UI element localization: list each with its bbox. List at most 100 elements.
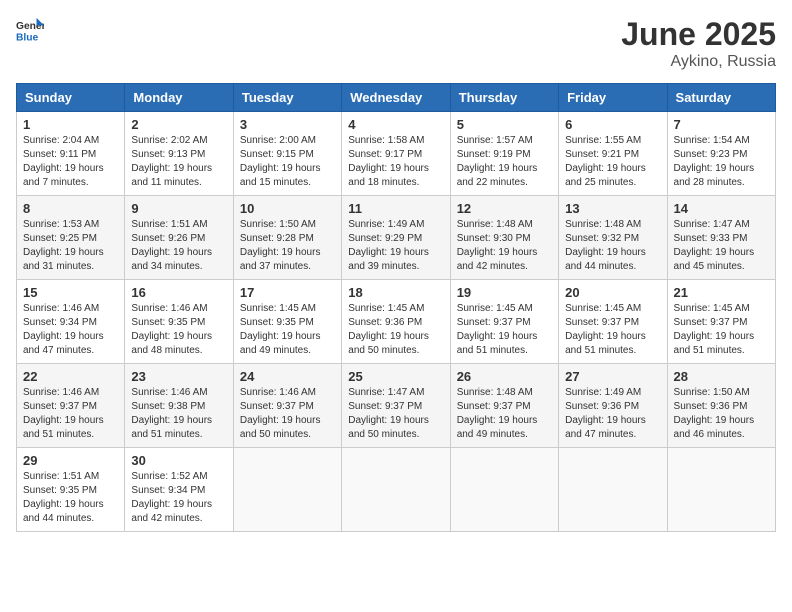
calendar-cell: 25 Sunrise: 1:47 AMSunset: 9:37 PMDayligh… xyxy=(342,364,450,448)
calendar-cell: 29Sunrise: 1:51 AMSunset: 9:35 PMDayligh… xyxy=(17,448,125,532)
calendar-cell: 16 Sunrise: 1:46 AMSunset: 9:35 PMDayligh… xyxy=(125,280,233,364)
day-detail: Sunrise: 1:45 AMSunset: 9:37 PMDaylight:… xyxy=(565,302,660,358)
day-number: 2 xyxy=(131,117,226,132)
calendar-cell: 1 Sunrise: 2:04 AMSunset: 9:11 PMDaylight… xyxy=(17,112,125,196)
calendar-cell xyxy=(233,448,341,532)
title-block: June 2025 Aykino, Russia xyxy=(621,16,776,71)
day-number: 5 xyxy=(457,117,552,132)
day-detail: Sunrise: 1:47 AMSunset: 9:33 PMDaylight:… xyxy=(674,218,769,274)
calendar-cell: 12Sunrise: 1:48 AMSunset: 9:30 PMDayligh… xyxy=(450,196,558,280)
day-detail: Sunrise: 1:57 AMSunset: 9:19 PMDaylight:… xyxy=(457,134,552,190)
calendar-cell: 17Sunrise: 1:45 AMSunset: 9:35 PMDayligh… xyxy=(233,280,341,364)
day-detail: Sunrise: 1:45 AMSunset: 9:37 PMDaylight:… xyxy=(674,302,769,358)
logo: General Blue xyxy=(16,16,44,44)
day-number: 17 xyxy=(240,285,335,300)
day-number: 3 xyxy=(240,117,335,132)
calendar-cell: 20 Sunrise: 1:45 AMSunset: 9:37 PMDayligh… xyxy=(559,280,667,364)
calendar-cell: 23 Sunrise: 1:46 AMSunset: 9:38 PMDayligh… xyxy=(125,364,233,448)
day-detail: Sunrise: 1:45 AMSunset: 9:36 PMDaylight:… xyxy=(348,302,443,358)
calendar-cell: 10 Sunrise: 1:50 AMSunset: 9:28 PMDayligh… xyxy=(233,196,341,280)
calendar-cell: 19 Sunrise: 1:45 AMSunset: 9:37 PMDayligh… xyxy=(450,280,558,364)
calendar-cell: 21 Sunrise: 1:45 AMSunset: 9:37 PMDayligh… xyxy=(667,280,775,364)
day-number: 6 xyxy=(565,117,660,132)
day-detail: Sunrise: 2:02 AMSunset: 9:13 PMDaylight:… xyxy=(131,134,226,190)
calendar-cell: 5 Sunrise: 1:57 AMSunset: 9:19 PMDaylight… xyxy=(450,112,558,196)
day-number: 21 xyxy=(674,285,769,300)
weekday-header-row: SundayMondayTuesdayWednesdayThursdayFrid… xyxy=(17,84,776,112)
day-detail: Sunrise: 1:47 AMSunset: 9:37 PMDaylight:… xyxy=(348,386,443,442)
day-detail: Sunrise: 1:46 AMSunset: 9:37 PMDaylight:… xyxy=(23,386,118,442)
day-number: 11 xyxy=(348,201,443,216)
calendar-week-row: 8 Sunrise: 1:53 AMSunset: 9:25 PMDaylight… xyxy=(17,196,776,280)
calendar-week-row: 15 Sunrise: 1:46 AMSunset: 9:34 PMDayligh… xyxy=(17,280,776,364)
day-detail: Sunrise: 2:00 AMSunset: 9:15 PMDaylight:… xyxy=(240,134,335,190)
svg-text:Blue: Blue xyxy=(16,32,39,43)
day-number: 1 xyxy=(23,117,118,132)
day-number: 23 xyxy=(131,369,226,384)
calendar-cell: 28Sunrise: 1:50 AMSunset: 9:36 PMDayligh… xyxy=(667,364,775,448)
day-detail: Sunrise: 1:54 AMSunset: 9:23 PMDaylight:… xyxy=(674,134,769,190)
calendar-title: June 2025 xyxy=(621,16,776,53)
calendar-cell xyxy=(342,448,450,532)
day-number: 14 xyxy=(674,201,769,216)
weekday-header-friday: Friday xyxy=(559,84,667,112)
day-detail: Sunrise: 1:50 AMSunset: 9:28 PMDaylight:… xyxy=(240,218,335,274)
calendar-week-row: 22 Sunrise: 1:46 AMSunset: 9:37 PMDayligh… xyxy=(17,364,776,448)
day-detail: Sunrise: 1:46 AMSunset: 9:38 PMDaylight:… xyxy=(131,386,226,442)
calendar-cell xyxy=(667,448,775,532)
day-number: 20 xyxy=(565,285,660,300)
day-number: 10 xyxy=(240,201,335,216)
day-detail: Sunrise: 2:04 AMSunset: 9:11 PMDaylight:… xyxy=(23,134,118,190)
weekday-header-wednesday: Wednesday xyxy=(342,84,450,112)
weekday-header-saturday: Saturday xyxy=(667,84,775,112)
day-number: 28 xyxy=(674,369,769,384)
day-detail: Sunrise: 1:48 AMSunset: 9:37 PMDaylight:… xyxy=(457,386,552,442)
day-number: 9 xyxy=(131,201,226,216)
day-detail: Sunrise: 1:53 AMSunset: 9:25 PMDaylight:… xyxy=(23,218,118,274)
calendar-cell: 11Sunrise: 1:49 AMSunset: 9:29 PMDayligh… xyxy=(342,196,450,280)
day-number: 7 xyxy=(674,117,769,132)
day-detail: Sunrise: 1:49 AMSunset: 9:36 PMDaylight:… xyxy=(565,386,660,442)
calendar-cell: 14 Sunrise: 1:47 AMSunset: 9:33 PMDayligh… xyxy=(667,196,775,280)
day-detail: Sunrise: 1:46 AMSunset: 9:34 PMDaylight:… xyxy=(23,302,118,358)
calendar-cell: 6 Sunrise: 1:55 AMSunset: 9:21 PMDaylight… xyxy=(559,112,667,196)
calendar-subtitle: Aykino, Russia xyxy=(621,53,776,71)
day-detail: Sunrise: 1:46 AMSunset: 9:35 PMDaylight:… xyxy=(131,302,226,358)
calendar-cell: 8 Sunrise: 1:53 AMSunset: 9:25 PMDaylight… xyxy=(17,196,125,280)
weekday-header-sunday: Sunday xyxy=(17,84,125,112)
weekday-header-tuesday: Tuesday xyxy=(233,84,341,112)
calendar-cell: 9 Sunrise: 1:51 AMSunset: 9:26 PMDaylight… xyxy=(125,196,233,280)
calendar-cell: 15 Sunrise: 1:46 AMSunset: 9:34 PMDayligh… xyxy=(17,280,125,364)
day-number: 18 xyxy=(348,285,443,300)
day-number: 30 xyxy=(131,453,226,468)
calendar-table: SundayMondayTuesdayWednesdayThursdayFrid… xyxy=(16,83,776,532)
day-number: 27 xyxy=(565,369,660,384)
day-number: 15 xyxy=(23,285,118,300)
calendar-week-row: 29Sunrise: 1:51 AMSunset: 9:35 PMDayligh… xyxy=(17,448,776,532)
day-number: 16 xyxy=(131,285,226,300)
day-detail: Sunrise: 1:55 AMSunset: 9:21 PMDaylight:… xyxy=(565,134,660,190)
day-number: 13 xyxy=(565,201,660,216)
calendar-cell: 24Sunrise: 1:46 AMSunset: 9:37 PMDayligh… xyxy=(233,364,341,448)
day-number: 19 xyxy=(457,285,552,300)
calendar-cell: 26Sunrise: 1:48 AMSunset: 9:37 PMDayligh… xyxy=(450,364,558,448)
day-detail: Sunrise: 1:45 AMSunset: 9:37 PMDaylight:… xyxy=(457,302,552,358)
day-number: 24 xyxy=(240,369,335,384)
day-number: 8 xyxy=(23,201,118,216)
day-number: 25 xyxy=(348,369,443,384)
day-detail: Sunrise: 1:51 AMSunset: 9:26 PMDaylight:… xyxy=(131,218,226,274)
calendar-cell: 3 Sunrise: 2:00 AMSunset: 9:15 PMDaylight… xyxy=(233,112,341,196)
calendar-cell: 30Sunrise: 1:52 AMSunset: 9:34 PMDayligh… xyxy=(125,448,233,532)
calendar-cell: 7 Sunrise: 1:54 AMSunset: 9:23 PMDaylight… xyxy=(667,112,775,196)
day-number: 22 xyxy=(23,369,118,384)
day-number: 12 xyxy=(457,201,552,216)
calendar-cell: 13 Sunrise: 1:48 AMSunset: 9:32 PMDayligh… xyxy=(559,196,667,280)
calendar-week-row: 1 Sunrise: 2:04 AMSunset: 9:11 PMDaylight… xyxy=(17,112,776,196)
logo-icon: General Blue xyxy=(16,16,44,44)
day-detail: Sunrise: 1:48 AMSunset: 9:32 PMDaylight:… xyxy=(565,218,660,274)
page-header: General Blue June 2025 Aykino, Russia xyxy=(16,16,776,71)
calendar-cell: 2 Sunrise: 2:02 AMSunset: 9:13 PMDaylight… xyxy=(125,112,233,196)
day-number: 4 xyxy=(348,117,443,132)
day-detail: Sunrise: 1:51 AMSunset: 9:35 PMDaylight:… xyxy=(23,470,118,526)
calendar-cell: 27 Sunrise: 1:49 AMSunset: 9:36 PMDayligh… xyxy=(559,364,667,448)
